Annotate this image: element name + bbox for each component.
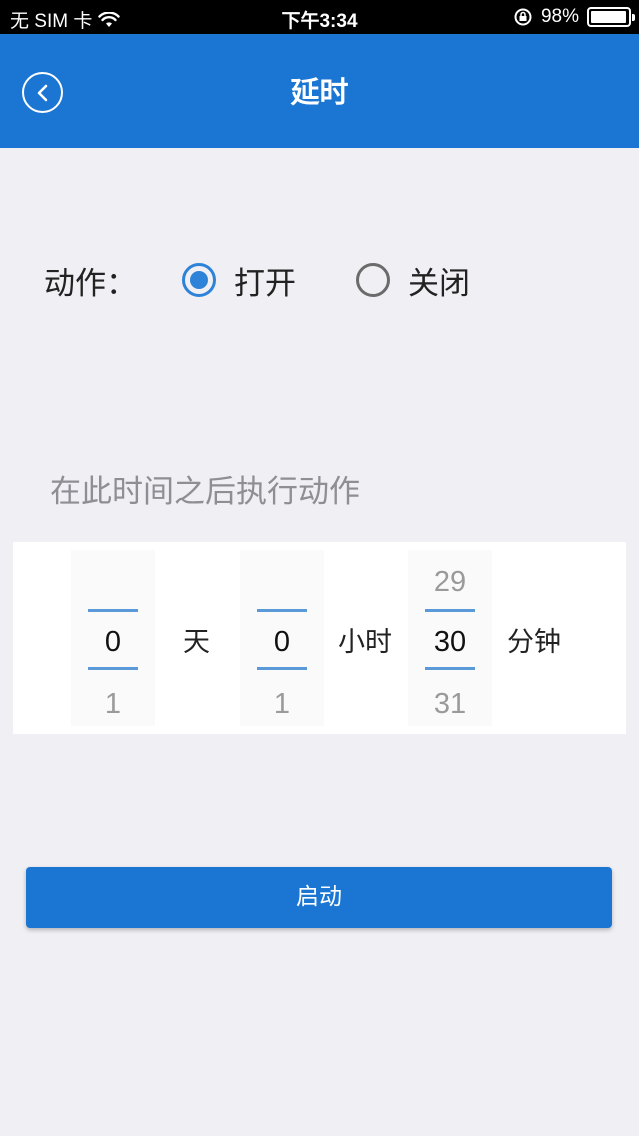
- selection-line: [88, 667, 138, 670]
- time-picker: 0 1 天 0 1 小时 29 30 31 分钟: [13, 542, 626, 734]
- days-unit: 天: [183, 627, 210, 658]
- selection-line: [257, 667, 307, 670]
- days-next: 1: [104, 688, 122, 720]
- days-wheel[interactable]: 0 1: [71, 550, 155, 726]
- action-label: 动作：: [44, 265, 137, 302]
- radio-open[interactable]: 打开: [182, 258, 296, 303]
- hint-text: 在此时间之后执行动作: [50, 474, 360, 510]
- nav-bar: 延时: [0, 34, 639, 148]
- selection-line: [425, 609, 475, 612]
- battery-fill: [591, 11, 627, 23]
- minutes-wheel[interactable]: 29 30 31: [408, 550, 492, 726]
- radio-unchecked-icon: [356, 263, 390, 297]
- minutes-current: 30: [433, 626, 467, 658]
- hours-current: 0: [273, 626, 291, 658]
- radio-close[interactable]: 关闭: [356, 258, 470, 303]
- minutes-prev: 29: [433, 566, 467, 598]
- selection-line: [425, 667, 475, 670]
- minutes-next: 31: [433, 688, 467, 720]
- selection-line: [257, 609, 307, 612]
- status-bar: 无 SIM 卡 下午3:34 98%: [0, 0, 639, 34]
- hours-next: 1: [273, 688, 291, 720]
- battery-percent: 98%: [540, 6, 579, 27]
- days-current: 0: [104, 626, 122, 658]
- start-button[interactable]: 启动: [26, 867, 612, 928]
- battery-icon: [587, 7, 635, 27]
- hours-wheel[interactable]: 0 1: [240, 550, 324, 726]
- orientation-lock-icon: [514, 8, 532, 26]
- selection-line: [88, 609, 138, 612]
- action-row: 动作： 打开 关闭: [44, 256, 530, 304]
- minutes-unit: 分钟: [507, 627, 561, 658]
- hours-unit: 小时: [338, 627, 392, 658]
- radio-close-label: 关闭: [408, 265, 470, 302]
- status-right: 98%: [513, 6, 635, 28]
- radio-open-label: 打开: [234, 265, 296, 302]
- radio-checked-icon: [182, 263, 216, 297]
- page-title: 延时: [290, 75, 349, 109]
